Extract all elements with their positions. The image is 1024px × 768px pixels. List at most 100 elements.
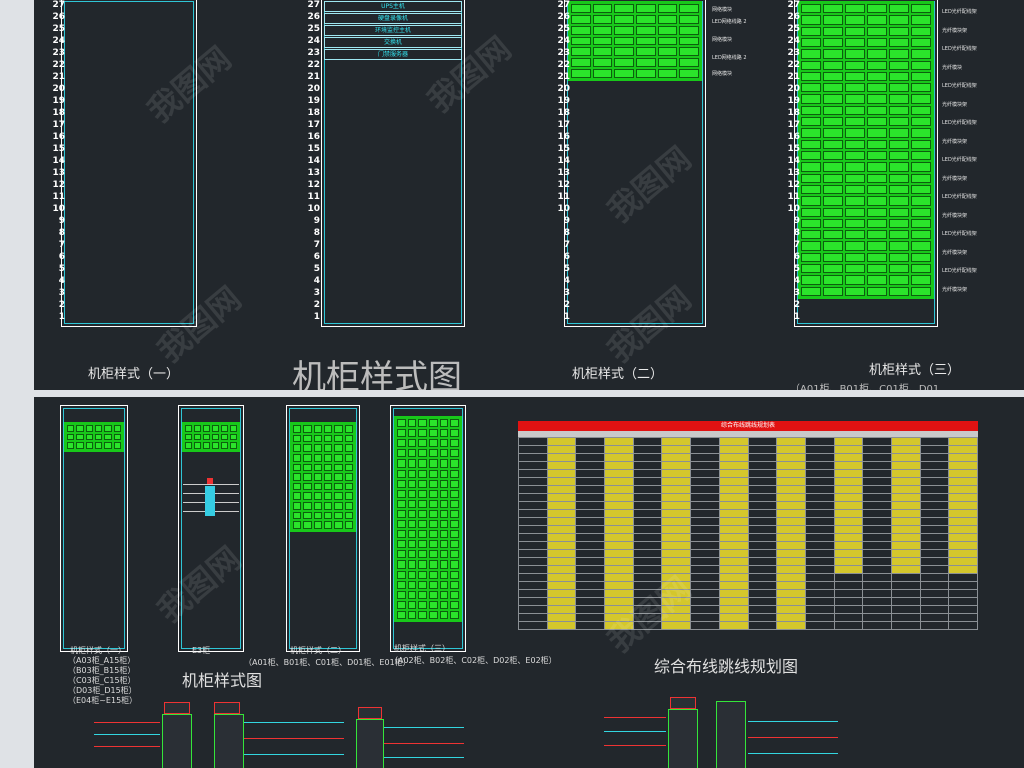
rack-unit-number: 3 [58, 288, 65, 298]
table-cell [518, 565, 548, 574]
cad-panel-bottom: 综合布线跳线规划表 机柜样式（一） （A03柜_A15柜） （B03柜_B15柜… [34, 397, 1024, 768]
plan-table-title: 综合布线跳线规划表 [518, 421, 978, 431]
module-port [867, 37, 887, 48]
table-cell [747, 581, 778, 590]
rack-unit-number: 11 [557, 192, 570, 202]
module-port [67, 442, 75, 449]
rack-unit-number: 5 [58, 264, 65, 274]
table-cell [833, 533, 864, 542]
module-port [889, 207, 909, 217]
table-cell [661, 517, 692, 526]
module-port [397, 479, 406, 488]
module-port [911, 162, 931, 172]
module-port [323, 511, 333, 520]
table-cell [948, 469, 978, 478]
table-cell [718, 437, 749, 446]
table-cell [546, 589, 577, 598]
module-port [450, 439, 459, 448]
table-cell [661, 573, 692, 582]
module-port [823, 71, 843, 82]
module-port [323, 521, 333, 529]
table-cell [518, 549, 548, 558]
rack4-label: LED光纤配线架 [942, 231, 977, 237]
table-cell [604, 533, 634, 542]
table-cell [804, 573, 835, 582]
table-cell [661, 613, 692, 622]
module-port [439, 439, 449, 448]
module-port [571, 14, 591, 24]
table-cell [690, 621, 720, 630]
module-port [407, 509, 417, 518]
table-cell [661, 557, 692, 566]
module-port [823, 218, 843, 229]
table-cell [718, 597, 749, 606]
table-cell [546, 605, 577, 614]
module-port [592, 58, 613, 68]
module-port [397, 530, 406, 539]
rack-unit-number: 18 [557, 108, 570, 118]
table-cell [518, 437, 548, 446]
table-cell [575, 565, 606, 574]
table-cell [833, 501, 864, 510]
module-port [657, 47, 678, 57]
mini-rack-2-module [290, 422, 356, 532]
module-port [845, 15, 865, 25]
module-port [303, 521, 312, 529]
table-cell [890, 565, 921, 574]
table-cell [661, 437, 692, 446]
module-port [397, 509, 406, 518]
module-port [801, 105, 821, 116]
module-port [889, 128, 909, 138]
table-cell [575, 453, 606, 462]
rack4-label: LED光纤配线架 [942, 83, 977, 89]
module-port [429, 520, 438, 529]
table-cell [776, 517, 806, 526]
table-cell [718, 517, 749, 526]
table-cell [575, 597, 606, 606]
module-port [801, 162, 821, 172]
module-port [867, 207, 887, 217]
rack-unit-number: 25 [787, 24, 800, 34]
module-port [889, 37, 909, 48]
module-port [334, 453, 343, 462]
table-cell [747, 565, 778, 574]
table-cell [604, 469, 634, 478]
table-cell [546, 533, 577, 542]
table-cell [776, 549, 806, 558]
module-port [889, 286, 909, 296]
module-port [571, 69, 591, 78]
table-cell [747, 461, 778, 470]
module-port [823, 60, 843, 70]
module-port [592, 69, 613, 78]
table-cell [747, 437, 778, 446]
table-cell [919, 621, 950, 630]
table-cell [661, 549, 692, 558]
table-cell [604, 589, 634, 598]
module-port [344, 502, 353, 510]
module-port [823, 83, 843, 93]
table-cell [948, 573, 978, 582]
module-port [439, 459, 449, 468]
module-port [657, 4, 678, 13]
module-port [867, 94, 887, 104]
rack4-label: 光纤模块架 [942, 249, 968, 256]
module-port [867, 162, 887, 172]
module-port [397, 590, 406, 599]
module-port [450, 540, 459, 549]
module-port [418, 489, 427, 498]
table-cell [575, 541, 606, 550]
table-row [518, 477, 978, 486]
module-port [418, 419, 427, 428]
table-cell [804, 501, 835, 510]
table-cell [776, 621, 806, 630]
module-port [911, 173, 931, 183]
module-port [429, 489, 438, 498]
module-port [801, 264, 821, 274]
module-port [397, 520, 406, 529]
module-port [614, 14, 634, 24]
module-port [429, 590, 438, 599]
table-cell [747, 613, 778, 622]
table-cell [632, 573, 663, 582]
table-cell [919, 493, 950, 502]
table-cell [948, 525, 978, 534]
